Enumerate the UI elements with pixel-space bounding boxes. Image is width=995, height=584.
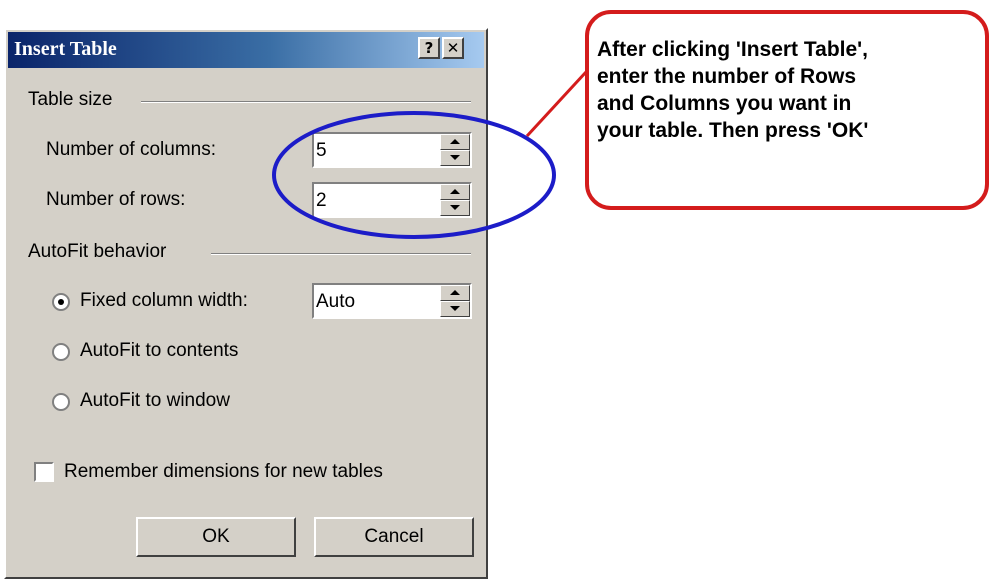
callout-line: enter the number of Rows: [597, 65, 857, 88]
instruction-callout: After clicking 'Insert Table', enter the…: [585, 10, 989, 210]
callout-line: your table. Then press 'OK': [597, 119, 869, 142]
callout-line: After clicking 'Insert Table',: [597, 38, 869, 61]
callout-connector: [525, 70, 588, 138]
callout-line: and Columns you want in: [597, 92, 852, 115]
highlight-ellipse: [272, 111, 556, 239]
callout-text: After clicking 'Insert Table', enter the…: [597, 36, 987, 144]
